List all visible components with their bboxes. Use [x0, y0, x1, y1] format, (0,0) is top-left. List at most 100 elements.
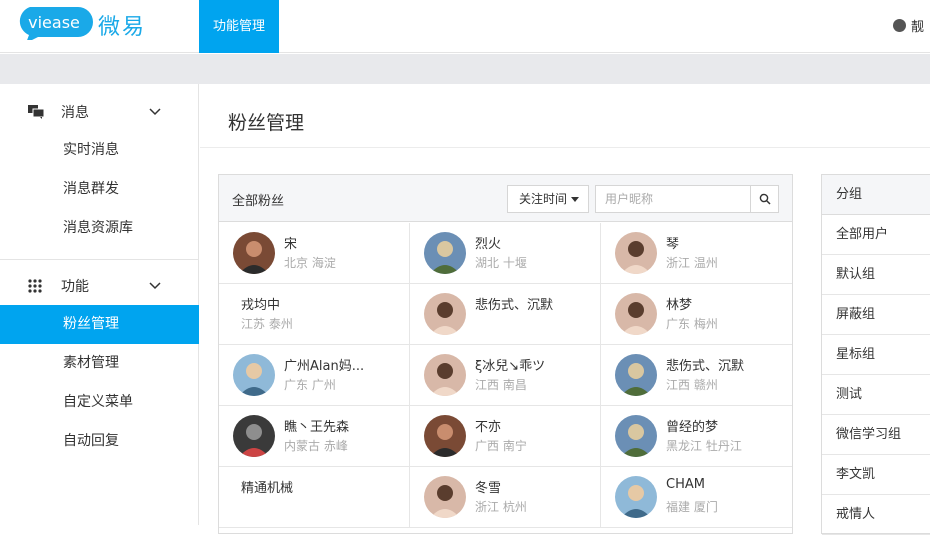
sidebar-group-messages[interactable]: 消息 — [0, 92, 199, 132]
fans-panel-title: 全部粉丝 — [232, 194, 285, 209]
fan-card[interactable]: 冬雪 浙江 杭州 — [410, 467, 601, 528]
fans-panel-header: 全部粉丝 关注时间 — [219, 175, 792, 222]
avatar-photo-icon — [615, 354, 657, 396]
fan-location: 湖北 十堰 — [475, 256, 527, 270]
fan-card[interactable]: 林梦 广东 梅州 — [601, 284, 792, 345]
fan-location: 黑龙江 牡丹江 — [666, 439, 742, 453]
chat-bubbles-icon — [28, 105, 44, 119]
fan-name: CHAM — [666, 477, 705, 492]
fan-name: 烈火 — [475, 237, 502, 252]
sidebar-item-fans-manage[interactable]: 粉丝管理 — [0, 305, 199, 344]
avatar-child-icon — [233, 354, 275, 396]
sidebar-item-auto-reply[interactable]: 自动回复 — [0, 422, 199, 461]
user-avatar-icon — [893, 19, 906, 32]
logo-text: viease — [28, 13, 80, 32]
group-item[interactable]: 测试 — [822, 375, 930, 415]
fan-name: 悲伤式、沉默 — [666, 359, 745, 374]
fan-card[interactable]: 悲伤式、沉默 江西 赣州 — [601, 345, 792, 406]
fan-location: 内蒙古 赤峰 — [284, 439, 348, 453]
fan-card[interactable]: 精通机械 — [219, 467, 410, 528]
group-item[interactable]: 默认组 — [822, 255, 930, 295]
sidebar-item-realtime-messages[interactable]: 实时消息 — [0, 131, 199, 170]
chevron-down-icon — [149, 282, 161, 290]
fan-card[interactable]: 广州Alan妈... 广东 广州 — [219, 345, 410, 406]
sidebar-group-label: 功能 — [61, 279, 89, 295]
fan-card[interactable]: 瞧丶王先森内蒙古 赤峰 — [219, 406, 410, 467]
chevron-down-icon — [149, 108, 161, 116]
fan-location: 广西 南宁 — [475, 439, 527, 453]
avatar-cat-icon — [233, 415, 275, 457]
fan-name: 不亦 — [475, 420, 502, 435]
avatar-woman-icon — [424, 476, 466, 518]
avatar-man-icon — [233, 232, 275, 274]
user-menu[interactable]: 靓 — [893, 16, 924, 35]
title-divider — [200, 147, 930, 148]
sidebar-group-functions[interactable]: 功能 — [0, 266, 199, 306]
group-item[interactable]: 星标组 — [822, 335, 930, 375]
sidebar-divider — [0, 259, 199, 260]
fan-card[interactable]: ξ冰兒↘乖ツ 江西 南昌 — [410, 345, 601, 406]
fan-location: 广东 梅州 — [666, 317, 718, 331]
top-bar: viease 微易 功能管理 靓 — [0, 0, 930, 53]
avatar-woman-icon — [424, 354, 466, 396]
group-panel-title: 分组 — [822, 175, 930, 215]
fan-name: 林梦 — [666, 298, 693, 313]
fan-location: 广东 广州 — [284, 378, 336, 392]
sidebar-item-mass-messages[interactable]: 消息群发 — [0, 170, 199, 209]
group-item[interactable]: 屏蔽组 — [822, 295, 930, 335]
search-icon — [759, 193, 771, 205]
avatar-photo-icon — [615, 415, 657, 457]
nav-tab-function-manage[interactable]: 功能管理 — [199, 0, 279, 53]
fan-location: 福建 厦门 — [666, 500, 718, 514]
fan-location: 浙江 温州 — [666, 256, 718, 270]
group-item[interactable]: 微信学习组 — [822, 415, 930, 455]
sort-dropdown-label: 关注时间 — [519, 192, 568, 206]
logo-icon[interactable]: viease — [14, 6, 94, 40]
fan-card[interactable]: 琴浙江 温州 — [601, 223, 792, 284]
fan-name: 琴 — [666, 237, 680, 252]
fan-card[interactable]: 悲伤式、沉默 — [410, 284, 601, 345]
avatar-woman-icon — [424, 293, 466, 335]
brand-name: 微易 — [98, 15, 147, 40]
grid-dots-icon — [28, 279, 42, 293]
fan-card[interactable]: 戎均中 江苏 泰州 — [219, 284, 410, 345]
group-item[interactable]: 全部用户 — [822, 215, 930, 255]
fan-name: 宋 — [284, 237, 298, 252]
fan-name: 冬雪 — [475, 481, 502, 496]
fan-card[interactable]: 曾经的梦黑龙江 牡丹江 — [601, 406, 792, 467]
fan-name: 瞧丶王先森 — [284, 420, 350, 435]
sidebar-group-label: 消息 — [61, 105, 89, 121]
fan-name: 广州Alan妈... — [284, 359, 365, 374]
group-item[interactable]: 李文凯 — [822, 455, 930, 495]
search-input[interactable] — [595, 185, 751, 213]
avatar-woman-icon — [615, 232, 657, 274]
fan-location: 江西 赣州 — [666, 378, 718, 392]
sidebar-item-materials[interactable]: 素材管理 — [0, 344, 199, 383]
fan-name: 精通机械 — [241, 481, 294, 496]
sidebar: 消息 实时消息 消息群发 消息资源库 功能 粉丝管理 素材管理 自定义菜单 自动… — [0, 84, 199, 525]
fan-location: 江西 南昌 — [475, 378, 527, 392]
group-item[interactable]: 戒情人 — [822, 495, 930, 535]
avatar-woman-icon — [615, 293, 657, 335]
fans-panel: 全部粉丝 关注时间 宋北京 海淀烈火湖北 十堰琴浙江 温州戎均中江苏 泰州悲伤式… — [218, 174, 793, 534]
fan-card[interactable]: 烈火 湖北 十堰 — [410, 223, 601, 284]
fan-name: 曾经的梦 — [666, 420, 719, 435]
fan-location: 北京 海淀 — [284, 256, 336, 270]
fan-name: 悲伤式、沉默 — [475, 298, 554, 313]
fan-name: ξ冰兒↘乖ツ — [475, 359, 546, 374]
fan-card[interactable]: CHAM 福建 厦门 — [601, 467, 792, 528]
avatar-photo-icon — [424, 232, 466, 274]
page-title: 粉丝管理 — [228, 112, 305, 134]
sidebar-item-message-library[interactable]: 消息资源库 — [0, 209, 199, 248]
search-button[interactable] — [750, 185, 779, 213]
fan-card[interactable]: 不亦 广西 南宁 — [410, 406, 601, 467]
avatar-child-icon — [615, 476, 657, 518]
sidebar-item-custom-menu[interactable]: 自定义菜单 — [0, 383, 199, 422]
group-panel: 分组 全部用户 默认组 屏蔽组 星标组 测试 微信学习组 李文凯 戒情人 — [821, 174, 930, 535]
caret-down-icon — [571, 197, 579, 202]
sub-header-bar — [0, 54, 930, 84]
user-name: 靓 — [911, 20, 925, 35]
fan-card[interactable]: 宋北京 海淀 — [219, 223, 410, 284]
sort-dropdown[interactable]: 关注时间 — [507, 185, 589, 213]
fan-name: 戎均中 — [241, 298, 281, 313]
